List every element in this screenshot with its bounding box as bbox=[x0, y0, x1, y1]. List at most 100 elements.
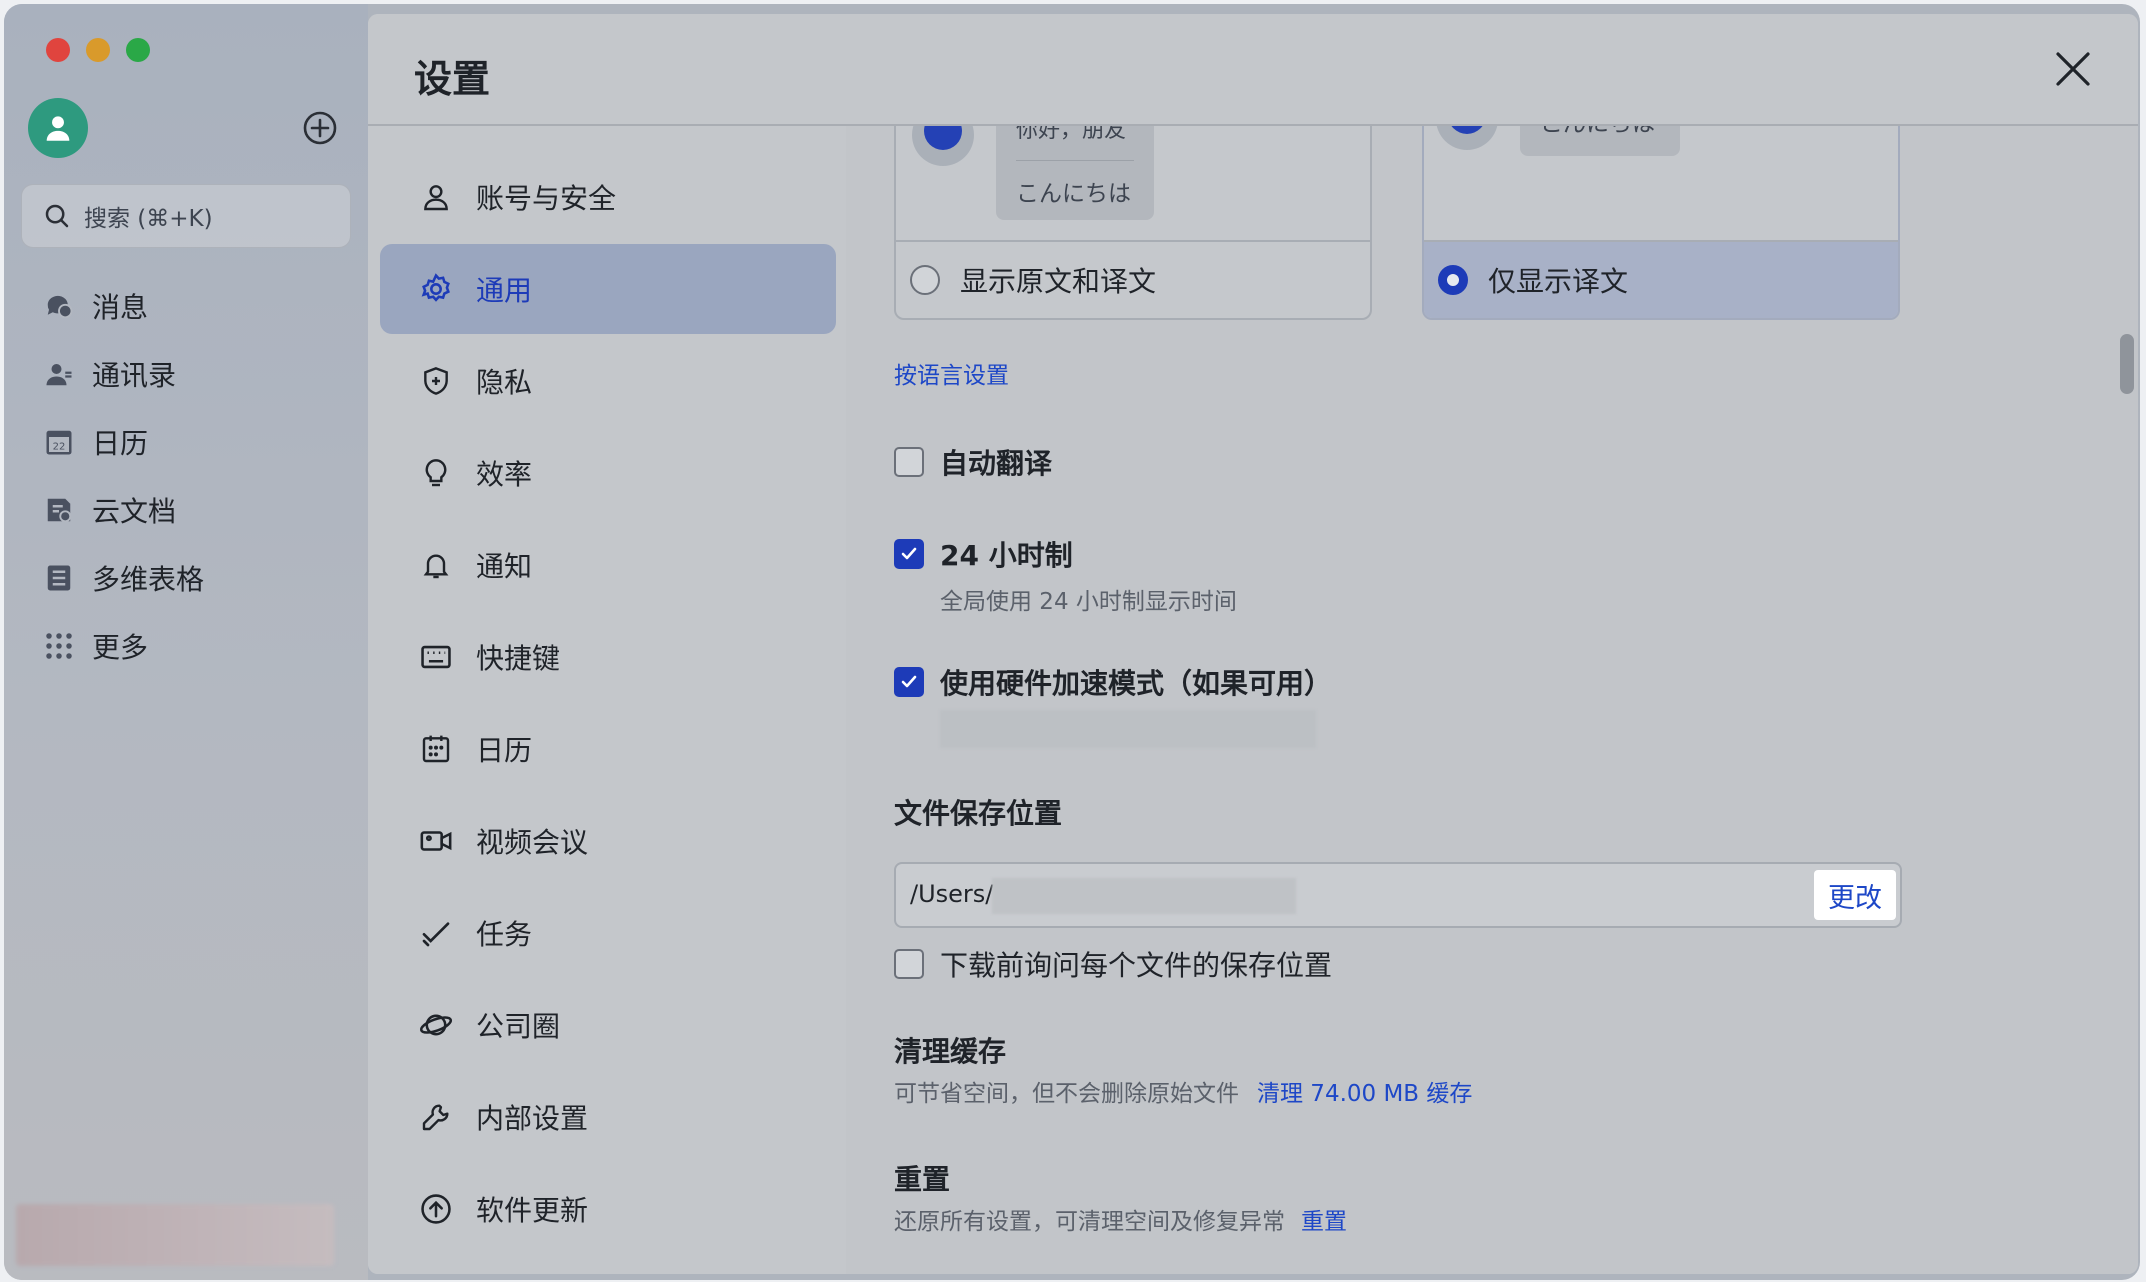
radio-button[interactable] bbox=[910, 265, 940, 295]
hardware-acceleration-option[interactable]: 使用硬件加速模式（如果可用） bbox=[894, 662, 1332, 702]
settings-nav-label: 内部设置 bbox=[476, 1102, 589, 1135]
redacted-path bbox=[992, 878, 1296, 914]
sidebar-item-label: 云文档 bbox=[92, 495, 177, 528]
plus-circle-icon bbox=[303, 111, 337, 145]
settings-nav-label: 通用 bbox=[476, 274, 533, 307]
clock-24h-checkbox[interactable] bbox=[894, 539, 924, 569]
section-title-file-location: 文件保存位置 bbox=[894, 797, 1063, 830]
task-check-icon bbox=[418, 915, 454, 951]
sidebar-item-contacts[interactable]: 通讯录 bbox=[44, 352, 176, 396]
window-minimize-button[interactable] bbox=[86, 38, 110, 62]
calendar-icon: 22 bbox=[44, 427, 74, 457]
hardware-acceleration-checkbox[interactable] bbox=[894, 667, 924, 697]
ask-save-location-checkbox[interactable] bbox=[894, 949, 924, 979]
gear-icon bbox=[418, 271, 454, 307]
svg-text:22: 22 bbox=[53, 442, 66, 453]
settings-nav-label: 视频会议 bbox=[476, 826, 589, 859]
settings-nav-moments[interactable]: 公司圈 bbox=[380, 980, 836, 1070]
ask-save-location-option[interactable]: 下载前询问每个文件的保存位置 bbox=[894, 944, 1332, 984]
option-show-original-and-translation[interactable]: 显示原文和译文 bbox=[896, 240, 1370, 318]
settings-nav-label: 账号与安全 bbox=[476, 182, 617, 215]
app-window: 搜索 (⌘+K) 消息 通讯录 22 日历 云文档 多维表格 更多 设置 账号与… bbox=[4, 4, 2140, 1280]
clock-24h-option[interactable]: 24 小时制 bbox=[894, 534, 1073, 574]
add-button[interactable] bbox=[300, 108, 340, 148]
keyboard-icon bbox=[418, 639, 454, 675]
clear-cache-link[interactable]: 清理 74.00 MB 缓存 bbox=[1257, 1074, 1472, 1108]
settings-nav-label: 任务 bbox=[476, 918, 533, 951]
settings-nav-label: 隐私 bbox=[476, 366, 533, 399]
file-path-field: /Users/ 更改 bbox=[894, 862, 1902, 928]
auto-translate-option[interactable]: 自动翻译 bbox=[894, 442, 1052, 482]
file-path-text: /Users/ bbox=[910, 880, 994, 908]
docs-icon bbox=[44, 495, 74, 525]
option-label: 自动翻译 bbox=[940, 447, 1053, 480]
settings-nav-notifications[interactable]: 通知 bbox=[380, 520, 836, 610]
video-icon bbox=[418, 823, 454, 859]
wrench-icon bbox=[418, 1099, 454, 1135]
grid-dots-icon bbox=[44, 631, 74, 661]
check-icon bbox=[901, 547, 917, 560]
change-location-button[interactable]: 更改 bbox=[1814, 870, 1896, 920]
preview-text: こんにちは bbox=[1540, 126, 1655, 138]
redacted-area bbox=[16, 1204, 334, 1266]
avatar bbox=[912, 126, 974, 166]
settings-nav-calendar[interactable]: 日历 bbox=[380, 704, 836, 794]
planet-icon bbox=[418, 1007, 454, 1043]
settings-nav-video[interactable]: 视频会议 bbox=[380, 796, 836, 886]
sidebar-item-label: 通讯录 bbox=[92, 359, 177, 392]
sidebar-item-label: 多维表格 bbox=[92, 563, 205, 596]
language-settings-link[interactable]: 按语言设置 bbox=[894, 356, 1009, 390]
option-label: 下载前询问每个文件的保存位置 bbox=[940, 949, 1333, 982]
sidebar-item-base[interactable]: 多维表格 bbox=[44, 556, 204, 600]
settings-nav-update[interactable]: 软件更新 bbox=[380, 1164, 836, 1254]
lightbulb-icon bbox=[418, 455, 454, 491]
sidebar-item-label: 消息 bbox=[92, 291, 149, 324]
option-label: 使用硬件加速模式（如果可用） bbox=[940, 667, 1333, 700]
settings-nav: 账号与安全 通用 隐私 效率 通知 快捷键 日历 视频会议 任务 公司圈 内部设… bbox=[368, 126, 846, 1274]
sidebar-item-messages[interactable]: 消息 bbox=[44, 284, 148, 328]
close-button[interactable] bbox=[2048, 44, 2098, 94]
sidebar-item-calendar[interactable]: 22 日历 bbox=[44, 420, 148, 464]
scrollbar[interactable] bbox=[2120, 334, 2134, 394]
base-icon bbox=[44, 563, 74, 593]
settings-content: 你好，朋友 こんにちは 显示原文和译文 こんにちは 仅显示译文 bbox=[846, 126, 2138, 1274]
contacts-icon bbox=[44, 359, 74, 389]
redacted-description bbox=[940, 710, 1316, 748]
settings-nav-label: 日历 bbox=[476, 734, 533, 767]
settings-nav-shortcuts[interactable]: 快捷键 bbox=[380, 612, 836, 702]
person-icon bbox=[418, 179, 454, 215]
option-show-translation-only[interactable]: 仅显示译文 bbox=[1424, 240, 1898, 318]
auto-translate-checkbox[interactable] bbox=[894, 447, 924, 477]
divider bbox=[1016, 160, 1134, 161]
preview-text: こんにちは bbox=[1016, 181, 1131, 207]
cache-description-row: 可节省空间，但不会删除原始文件 清理 74.00 MB 缓存 bbox=[894, 1074, 1472, 1108]
settings-nav-privacy[interactable]: 隐私 bbox=[380, 336, 836, 426]
radio-button[interactable] bbox=[1438, 265, 1468, 295]
reset-link[interactable]: 重置 bbox=[1301, 1202, 1347, 1236]
settings-nav-general[interactable]: 通用 bbox=[380, 244, 836, 334]
bell-icon bbox=[418, 547, 454, 583]
settings-nav-account[interactable]: 账号与安全 bbox=[380, 152, 836, 242]
chat-icon bbox=[44, 291, 74, 321]
settings-nav-label: 效率 bbox=[476, 458, 533, 491]
translation-card-original-and-translation[interactable]: 你好，朋友 こんにちは 显示原文和译文 bbox=[894, 126, 1372, 320]
settings-nav-tasks[interactable]: 任务 bbox=[380, 888, 836, 978]
option-label: 仅显示译文 bbox=[1488, 265, 1629, 298]
window-close-button[interactable] bbox=[46, 38, 70, 62]
sidebar-item-more[interactable]: 更多 bbox=[44, 624, 148, 668]
option-label: 24 小时制 bbox=[940, 539, 1073, 572]
search-input[interactable]: 搜索 (⌘+K) bbox=[21, 184, 351, 248]
reset-description-row: 还原所有设置，可清理空间及修复异常 重置 bbox=[894, 1202, 1347, 1236]
upload-icon bbox=[418, 1191, 454, 1227]
section-title-clear-cache: 清理缓存 bbox=[894, 1035, 1007, 1068]
preview-bubble: こんにちは bbox=[1520, 126, 1680, 156]
avatar[interactable] bbox=[28, 98, 88, 158]
window-maximize-button[interactable] bbox=[126, 38, 150, 62]
check-icon bbox=[901, 675, 917, 688]
translation-card-translation-only[interactable]: こんにちは 仅显示译文 bbox=[1422, 126, 1900, 320]
settings-nav-efficiency[interactable]: 效率 bbox=[380, 428, 836, 518]
settings-nav-internal[interactable]: 内部设置 bbox=[380, 1072, 836, 1162]
sidebar-item-label: 日历 bbox=[92, 427, 149, 460]
sidebar-item-docs[interactable]: 云文档 bbox=[44, 488, 176, 532]
settings-header: 设置 bbox=[368, 14, 2138, 126]
